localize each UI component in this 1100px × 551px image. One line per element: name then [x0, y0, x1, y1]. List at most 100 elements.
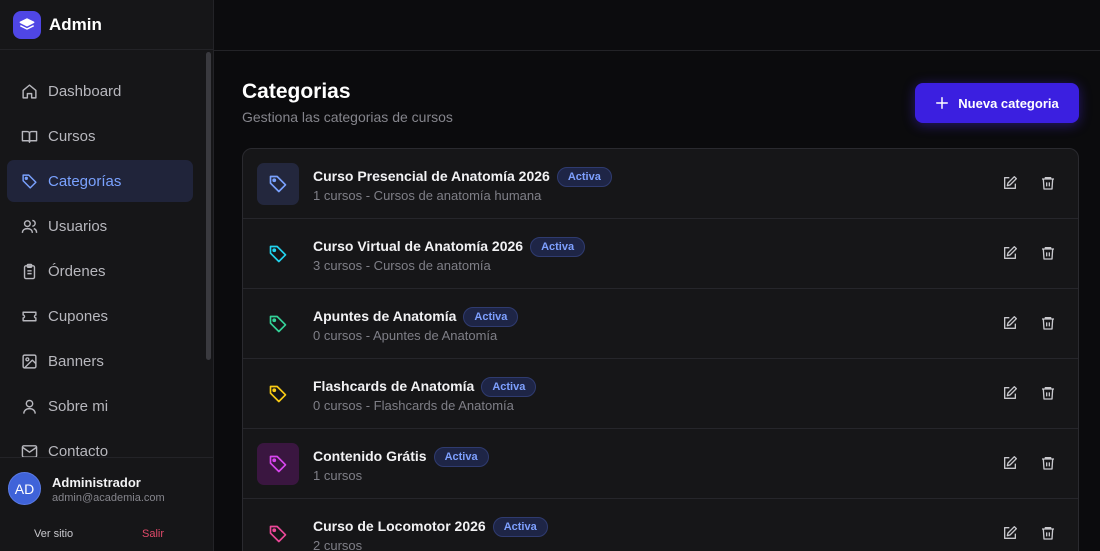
status-badge: Activa: [556, 167, 612, 187]
category-meta: 3 cursos - Cursos de anatomía: [313, 258, 491, 273]
sidebar-item-label: Dashboard: [48, 82, 122, 100]
category-name: Flashcards de Anatomía: [313, 378, 475, 394]
tag-icon: [269, 385, 287, 403]
status-badge: Activa: [530, 237, 586, 257]
plus-icon: [936, 97, 949, 109]
new-category-button[interactable]: Nueva categoria: [915, 83, 1079, 123]
category-row: Curso Virtual de Anatomía 2026 Activa 3 c…: [243, 219, 1078, 289]
user-name: Administrador: [52, 475, 141, 490]
category-icon-box: [257, 233, 299, 275]
new-category-label: Nueva categoria: [958, 95, 1059, 111]
sidebar-nav: Dashboard Cursos Categorías Usuarios Órd…: [7, 70, 193, 475]
sidebar-item-dashboard[interactable]: Dashboard: [7, 70, 193, 112]
category-name: Curso de Locomotor 2026: [313, 518, 486, 534]
sidebar-item-banners[interactable]: Banners: [7, 340, 193, 382]
category-name: Curso Presencial de Anatomía 2026: [313, 168, 550, 184]
category-title-line: Flashcards de Anatomía Activa: [313, 377, 537, 397]
edit-button[interactable]: [1002, 245, 1020, 263]
category-title-line: Curso Virtual de Anatomía 2026 Activa: [313, 237, 586, 257]
sidebar-item-cupones[interactable]: Cupones: [7, 295, 193, 337]
delete-button[interactable]: [1040, 525, 1058, 543]
page-subtitle: Gestiona las categorias de cursos: [242, 109, 453, 125]
tag-icon: [269, 455, 287, 473]
category-name: Contenido Grátis: [313, 448, 427, 464]
delete-button[interactable]: [1040, 175, 1058, 193]
category-icon-box: [257, 443, 299, 485]
ticket-icon: [22, 311, 37, 321]
user-panel: AD Administrador admin@academia.com Ver …: [0, 457, 213, 551]
edit-button[interactable]: [1002, 175, 1020, 193]
view-site-link[interactable]: Ver sitio: [34, 528, 73, 540]
trash-icon: [1042, 177, 1054, 190]
app-title: Admin: [49, 14, 102, 34]
edit-icon: [1004, 176, 1017, 189]
edit-button[interactable]: [1002, 385, 1020, 403]
category-icon-box: [257, 303, 299, 345]
home-icon: [22, 83, 37, 99]
tag-icon: [22, 173, 37, 189]
category-row: Contenido Grátis Activa 1 cursos: [243, 429, 1078, 499]
sidebar-item-ordenes[interactable]: Órdenes: [7, 250, 193, 292]
category-row: Apuntes de Anatomía Activa 0 cursos - Apu…: [243, 289, 1078, 359]
layers-icon: [13, 10, 41, 39]
category-icon-box: [257, 513, 299, 551]
category-icon-box: [257, 373, 299, 415]
tag-icon: [269, 525, 287, 543]
category-title-line: Contenido Grátis Activa: [313, 447, 489, 467]
status-badge: Activa: [492, 517, 548, 537]
edit-button[interactable]: [1002, 315, 1020, 333]
tag-icon: [269, 245, 287, 263]
user-email: admin@academia.com: [52, 492, 165, 504]
category-name: Apuntes de Anatomía: [313, 308, 457, 324]
trash-icon: [1042, 247, 1054, 260]
category-meta: 0 cursos - Apuntes de Anatomía: [313, 328, 498, 343]
sidebar-item-usuarios[interactable]: Usuarios: [7, 205, 193, 247]
category-meta: 0 cursos - Flashcards de Anatomía: [313, 398, 514, 413]
sidebar-item-label: Cursos: [48, 127, 96, 145]
brand[interactable]: Admin: [0, 0, 213, 50]
edit-icon: [1004, 526, 1017, 539]
category-list: Curso Presencial de Anatomía 2026 Activa …: [242, 148, 1079, 551]
category-title-line: Curso de Locomotor 2026 Activa: [313, 517, 548, 537]
sidebar-scrollbar[interactable]: [206, 52, 211, 360]
category-row: Curso de Locomotor 2026 Activa 2 cursos: [243, 499, 1078, 551]
edit-button[interactable]: [1002, 525, 1020, 543]
sidebar-item-label: Categorías: [48, 172, 122, 190]
trash-icon: [1042, 457, 1054, 470]
edit-icon: [1004, 316, 1017, 329]
delete-button[interactable]: [1040, 385, 1058, 403]
sidebar-item-label: Banners: [48, 352, 104, 370]
edit-icon: [1004, 246, 1017, 259]
trash-icon: [1042, 527, 1054, 540]
category-meta: 2 cursos: [313, 538, 363, 551]
status-badge: Activa: [463, 307, 519, 327]
clipboard-icon: [23, 263, 36, 279]
delete-button[interactable]: [1040, 315, 1058, 333]
delete-button[interactable]: [1040, 455, 1058, 473]
image-icon: [22, 353, 37, 369]
category-title-line: Apuntes de Anatomía Activa: [313, 307, 519, 327]
category-name: Curso Virtual de Anatomía 2026: [313, 238, 524, 254]
sidebar-item-cursos[interactable]: Cursos: [7, 115, 193, 157]
sidebar-item-sobre-mi[interactable]: Sobre mi: [7, 385, 193, 427]
tag-icon: [269, 315, 287, 333]
sidebar-item-categorias[interactable]: Categorías: [7, 160, 193, 202]
delete-button[interactable]: [1040, 245, 1058, 263]
status-badge: Activa: [481, 377, 537, 397]
user-icon: [23, 399, 36, 414]
trash-icon: [1042, 317, 1054, 330]
trash-icon: [1042, 387, 1054, 400]
sidebar-item-label: Órdenes: [48, 262, 106, 280]
category-row: Flashcards de Anatomía Activa 0 cursos - …: [243, 359, 1078, 429]
sidebar-item-label: Sobre mi: [48, 397, 109, 415]
edit-button[interactable]: [1002, 455, 1020, 473]
avatar[interactable]: AD: [8, 472, 41, 505]
topbar: [214, 0, 1100, 51]
book-icon: [21, 130, 38, 143]
edit-icon: [1004, 456, 1017, 469]
status-badge: Activa: [433, 447, 489, 467]
tag-icon: [269, 175, 287, 193]
logout-button[interactable]: Salir: [142, 528, 164, 540]
category-meta: 1 cursos - Cursos de anatomía humana: [313, 188, 542, 203]
category-row: Curso Presencial de Anatomía 2026 Activa …: [243, 149, 1078, 219]
